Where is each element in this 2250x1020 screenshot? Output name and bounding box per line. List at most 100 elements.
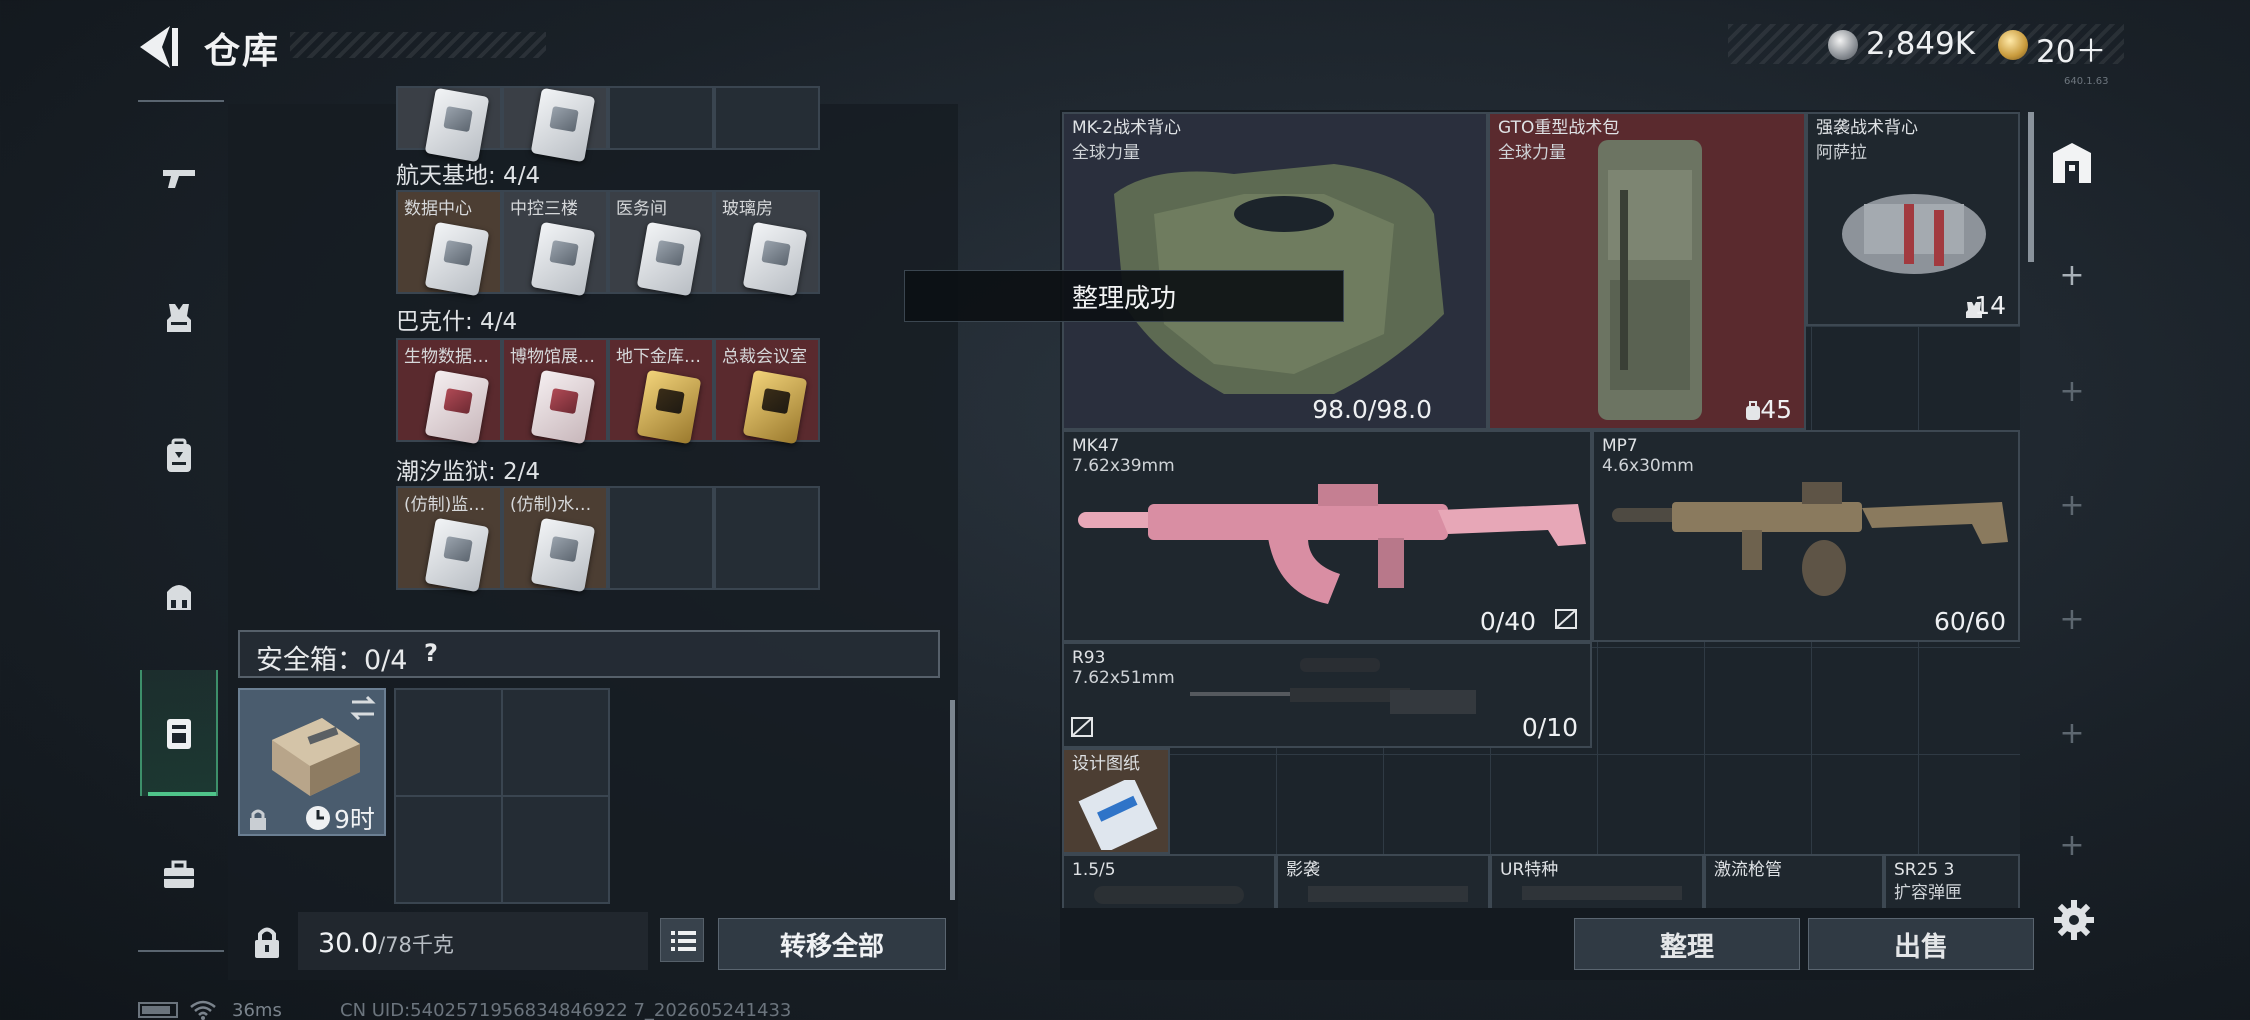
- keycard-slot[interactable]: [396, 86, 502, 163]
- keycard-label: (仿制)监…: [404, 495, 486, 515]
- sort-button[interactable]: 整理: [1574, 918, 1800, 970]
- item-sub: 扩容弹匣: [1894, 883, 1962, 903]
- item-heavy-pack[interactable]: GTO重型战术包 全球力量 45: [1488, 112, 1806, 430]
- keycard-group-title: 航天基地: 4/4: [396, 163, 541, 189]
- item-count: 45: [1760, 395, 1792, 424]
- settings-button[interactable]: [2052, 898, 2096, 942]
- vest-icon: [167, 304, 191, 332]
- toolbox-icon: [164, 860, 194, 888]
- item-stock[interactable]: 影袭: [1276, 854, 1490, 908]
- keycard-label: 中控三楼: [510, 199, 578, 219]
- keycard-label: (仿制)水…: [510, 495, 592, 515]
- add-stash-tab-icon[interactable]: +: [2056, 488, 2088, 523]
- keycard-slot-empty[interactable]: [714, 486, 820, 590]
- item-name: 激流枪管: [1714, 860, 1782, 880]
- blueprint-image: [1078, 780, 1158, 850]
- keycard-slot[interactable]: (仿制)监…: [396, 486, 502, 593]
- item-ammo: 0/10: [1521, 713, 1578, 742]
- rail-stash-tab[interactable]: [2044, 134, 2100, 194]
- item-brand: 全球力量: [1498, 143, 1566, 163]
- item-barrel[interactable]: 激流枪管: [1704, 854, 1884, 908]
- gear-icon: [2054, 900, 2094, 940]
- keycard-slot[interactable]: 玻璃房: [714, 190, 820, 297]
- nav-weapons[interactable]: [140, 128, 218, 228]
- weight-max: /78千克: [378, 933, 454, 957]
- gold-coin-icon: [1998, 30, 2028, 60]
- title-decoration: [290, 32, 546, 58]
- keycard-slot[interactable]: 医务间: [608, 190, 714, 297]
- item-blueprint[interactable]: 设计图纸: [1062, 748, 1170, 854]
- left-scrollbar[interactable]: [950, 700, 955, 900]
- list-view-button[interactable]: [660, 918, 704, 962]
- right-scrollbar[interactable]: [2028, 112, 2034, 262]
- ping-text: 36ms: [232, 1000, 282, 1020]
- safebox-case-image: [272, 718, 360, 796]
- item-magazine[interactable]: SR25 3 扩容弹匣: [1884, 854, 2020, 908]
- keycard-label: 博物馆展…: [510, 347, 595, 367]
- nav-divider-bottom: [138, 950, 224, 952]
- keycard-group-title: 巴克什: 4/4: [396, 309, 518, 335]
- item-name: 影袭: [1286, 860, 1320, 880]
- add-stash-tab-icon[interactable]: +: [2056, 828, 2088, 863]
- back-button[interactable]: [136, 22, 182, 72]
- add-stash-tab-icon[interactable]: +: [2056, 258, 2088, 293]
- nav-chest-rig[interactable]: [140, 546, 218, 646]
- item-name: MK-2战术背心: [1072, 118, 1181, 138]
- transfer-all-button[interactable]: 转移全部: [718, 918, 946, 970]
- help-icon[interactable]: ?: [424, 639, 438, 667]
- gold-amount[interactable]: 20＋: [2036, 26, 2106, 71]
- sell-button[interactable]: 出售: [1808, 918, 2034, 970]
- keycard-slot[interactable]: [502, 86, 608, 163]
- keycard-slot[interactable]: 地下金库…: [608, 338, 714, 445]
- swap-icon[interactable]: [348, 694, 378, 722]
- page-title: 仓库: [204, 31, 281, 72]
- keycard-slot[interactable]: 生物数据…: [396, 338, 502, 445]
- silver-amount: 2,849K: [1866, 26, 1976, 62]
- lock-button[interactable]: [244, 916, 290, 970]
- battery-icon: [138, 1002, 178, 1018]
- heavy-pack-image: [1598, 140, 1702, 420]
- nav-armor[interactable]: [140, 268, 218, 368]
- keycard-slot[interactable]: 总裁会议室: [714, 338, 820, 445]
- keycard-slot-empty[interactable]: [608, 86, 714, 150]
- item-special[interactable]: UR特种: [1490, 854, 1704, 908]
- item-name: MK47: [1072, 436, 1120, 456]
- item-ammo: 0/40: [1479, 607, 1536, 636]
- item-r93[interactable]: R93 7.62x51mm 0/10: [1062, 642, 1592, 748]
- keycard-slot[interactable]: 中控三楼: [502, 190, 608, 297]
- item-name: SR25 3: [1894, 860, 1955, 880]
- keycard-slot-empty[interactable]: [608, 486, 714, 590]
- item-name: MP7: [1602, 436, 1638, 456]
- item-mp7[interactable]: MP7 4.6x30mm 60/60: [1592, 430, 2020, 642]
- item-mk47[interactable]: MK47 7.62x39mm 0/40: [1062, 430, 1592, 642]
- item-assault-vest[interactable]: 强袭战术背心 阿萨拉 14: [1806, 112, 2020, 326]
- safebox-empty-slots[interactable]: [394, 688, 610, 904]
- add-stash-tab-icon[interactable]: +: [2056, 716, 2088, 751]
- mk47-image: [1078, 484, 1586, 604]
- add-stash-tab-icon[interactable]: +: [2056, 602, 2088, 637]
- r93-image: [1190, 658, 1476, 714]
- chest-rig-icon: [167, 585, 191, 610]
- uid-text: CN UID:5402571956834846922 7_20260524143…: [340, 1000, 792, 1020]
- pistol-icon: [163, 170, 195, 188]
- nav-safebox[interactable]: [140, 670, 218, 796]
- add-stash-tab-icon[interactable]: +: [2056, 374, 2088, 409]
- keycard-slot[interactable]: (仿制)水…: [502, 486, 608, 593]
- weight-value: 30.0/78千克: [318, 928, 454, 959]
- item-name: 设计图纸: [1072, 754, 1140, 774]
- nav-toolbox[interactable]: [140, 824, 218, 924]
- safebox-label: 安全箱：0/4: [256, 645, 408, 676]
- keycard-label: 生物数据…: [404, 347, 489, 367]
- keycard-slot[interactable]: 博物馆展…: [502, 338, 608, 445]
- nav-backpack[interactable]: [140, 406, 218, 506]
- safebox-icon: [167, 719, 191, 749]
- item-scope[interactable]: 1.5/5: [1062, 854, 1276, 908]
- list-icon: [671, 931, 696, 951]
- stash-grid: MK-2战术背心 全球力量 98.0/98.0 GTO重型战术包 全球力量 45…: [1062, 112, 2020, 908]
- keycard-slot-empty[interactable]: [714, 86, 820, 150]
- nav-active-indicator: [148, 792, 216, 796]
- keycard-label: 玻璃房: [722, 199, 773, 219]
- keycard-label: 数据中心: [404, 199, 472, 219]
- padlock-icon: [255, 927, 279, 958]
- keycard-slot[interactable]: 数据中心: [396, 190, 502, 297]
